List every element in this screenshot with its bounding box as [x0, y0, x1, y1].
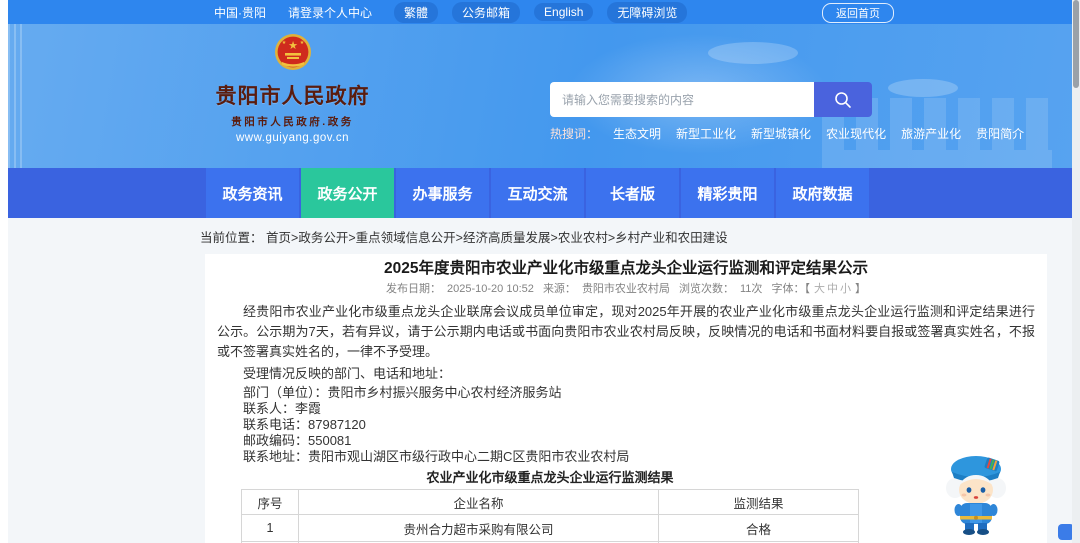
svg-text:★: ★	[299, 40, 304, 46]
topbar-link-china-guiyang[interactable]: 中国·贵阳	[214, 4, 266, 21]
article-card: 2025年度贵阳市农业产业化市级重点龙头企业运行监测和评定结果公示 发布日期： 2…	[205, 254, 1047, 543]
svg-text:★: ★	[281, 40, 286, 46]
site-container: 中国·贵阳 请登录个人中心 繁體 公务邮箱 English 无障碍浏览 返回首页…	[8, 0, 1072, 543]
paragraph-contact-intro: 受理情况反映的部门、电话和地址：	[243, 366, 452, 381]
contact-address: 联系地址：贵阳市观山湖区市级行政中心二期C区贵阳市农业农村局	[243, 449, 630, 464]
table-header-row: 序号 企业名称 监测结果	[241, 489, 859, 515]
monitor-result-section: 农业产业化市级重点龙头企业运行监测结果 序号 企业名称 监测结果 1 贵州合力超…	[241, 470, 859, 543]
source: 贵阳市农业农村局	[581, 283, 670, 295]
tab-zhangzheban[interactable]: 长者版	[586, 168, 679, 218]
font-size-label: 字体：【	[771, 283, 810, 295]
views-count: 11次	[740, 283, 763, 295]
hot-word-link[interactable]: 生态文明	[613, 125, 661, 142]
browser-page: 中国·贵阳 请登录个人中心 繁體 公务邮箱 English 无障碍浏览 返回首页…	[0, 0, 1080, 543]
contact-department: 部门（单位）：贵阳市乡村振兴服务中心农村经济服务站	[243, 385, 562, 400]
hot-word-link[interactable]: 新型城镇化	[751, 125, 811, 142]
breadcrumb-xiangcunchanye[interactable]: 乡村产业和农田建设	[615, 231, 728, 245]
search-input[interactable]	[550, 82, 814, 117]
breadcrumb-zhongdianlingyu[interactable]: 重点领域信息公开	[356, 231, 456, 245]
publish-date-label: 发布日期：	[386, 283, 442, 295]
banner-decor-lines	[8, 24, 24, 168]
site-subtitle: 贵阳市人民政府.政务	[231, 116, 354, 128]
search-button[interactable]	[814, 82, 872, 117]
tab-hudong-jiaoliu[interactable]: 互动交流	[491, 168, 584, 218]
table-caption: 农业产业化市级重点龙头企业运行监测结果	[426, 470, 674, 485]
mascot-assistant[interactable]	[940, 452, 1012, 541]
search-icon	[835, 91, 851, 108]
breadcrumb-separator: >	[550, 231, 558, 245]
back-to-home-button[interactable]: 返回首页	[822, 3, 894, 23]
hot-search-words: 热搜词： 生态文明 新型工业化 新型城镇化 农业现代化 旅游产业化 贵阳简介	[550, 125, 1024, 142]
cell-result: 合格	[658, 514, 859, 542]
banner-decor-cloud	[708, 42, 798, 64]
publish-date: 2025-10-20 10:52	[447, 283, 534, 295]
hot-words-label: 热搜词：	[550, 127, 599, 141]
breadcrumb-zhengwugongkai[interactable]: 政务公开	[298, 231, 348, 245]
source-label: 来源：	[542, 283, 576, 295]
col-header-result: 监测结果	[658, 489, 859, 515]
svg-text:★: ★	[288, 40, 298, 52]
contact-postcode: 邮政编码：550081	[243, 433, 352, 448]
topbar-link-accessibility[interactable]: 无障碍浏览	[607, 1, 688, 23]
banner-decor-cloud	[888, 79, 958, 97]
tab-zhengwu-gongkai[interactable]: 政务公开	[301, 168, 394, 218]
main-area: 当前位置： 首页>政务公开>重点领域信息公开>经济高质量发展>农业农村>乡村产业…	[8, 218, 1072, 543]
breadcrumb-separator: >	[455, 231, 463, 245]
hot-word-link[interactable]: 贵阳简介	[976, 125, 1024, 142]
col-header-seq: 序号	[241, 489, 299, 515]
col-header-company: 企业名称	[298, 489, 659, 515]
breadcrumb-jingjigaozhiliang[interactable]: 经济高质量发展	[463, 231, 551, 245]
page-scrollbar	[1072, 0, 1080, 543]
contact-phone: 联系电话：87987120	[243, 417, 366, 432]
contact-person: 联系人：李霞	[243, 401, 322, 416]
article-title: 2025年度贵阳市农业产业化市级重点龙头企业运行监测和评定结果公示	[384, 260, 868, 277]
article-meta: 发布日期： 2025-10-20 10:52 来源： 贵阳市农业农村局 浏览次数： 1…	[217, 283, 1035, 295]
hot-word-link[interactable]: 新型工业化	[676, 125, 736, 142]
font-size-close: 】	[854, 283, 866, 295]
breadcrumb-separator: >	[348, 231, 356, 245]
header-banner: ★ ★ ★ 贵阳市人民政府 贵阳市人民政府.政务 www.guiyang.gov…	[8, 24, 1072, 168]
tab-zhengfu-shuju[interactable]: 政府数据	[776, 168, 869, 218]
font-size-large[interactable]: 大	[814, 283, 825, 295]
tab-banshi-fuwu[interactable]: 办事服务	[396, 168, 489, 218]
breadcrumb-nongyenongcun[interactable]: 农业农村	[558, 231, 608, 245]
site-url: www.guiyang.gov.cn	[236, 132, 349, 144]
national-emblem-icon: ★ ★ ★	[274, 34, 311, 70]
font-size-small[interactable]: 小	[840, 283, 851, 295]
breadcrumb-label: 当前位置：	[200, 231, 263, 245]
paragraph-announcement: 经贵阳市农业产业化市级重点龙头企业联席会议成员单位审定，现对2025年开展的农业…	[217, 304, 1035, 359]
search-area: 热搜词： 生态文明 新型工业化 新型城镇化 农业现代化 旅游产业化 贵阳简介	[550, 82, 1024, 142]
table-row: 1 贵州合力超市采购有限公司 合格	[241, 514, 859, 542]
cell-seq: 1	[241, 514, 299, 542]
site-logo[interactable]: ★ ★ ★ 贵阳市人民政府 贵阳市人民政府.政务 www.guiyang.gov…	[200, 32, 385, 144]
topbar-link-mail[interactable]: 公务邮箱	[452, 1, 521, 23]
article-body: 经贵阳市农业产业化市级重点龙头企业联席会议成员单位审定，现对2025年开展的农业…	[217, 302, 1035, 465]
hot-word-link[interactable]: 农业现代化	[826, 125, 886, 142]
cell-company: 贵州合力超市采购有限公司	[298, 514, 659, 542]
top-utility-bar: 中国·贵阳 请登录个人中心 繁體 公务邮箱 English 无障碍浏览 返回首页	[8, 0, 1072, 24]
breadcrumb: 当前位置： 首页>政务公开>重点领域信息公开>经济高质量发展>农业农村>乡村产业…	[200, 227, 1072, 246]
scrollbar-thumb[interactable]	[1073, 0, 1079, 88]
views-label: 浏览次数：	[679, 283, 734, 295]
topbar-link-traditional[interactable]: 繁體	[394, 1, 439, 23]
site-name: 贵阳市人民政府	[215, 85, 370, 108]
monitor-result-table: 序号 企业名称 监测结果 1 贵州合力超市采购有限公司 合格 2 贵州友禾种业有…	[241, 489, 859, 543]
topbar-link-english[interactable]: English	[534, 3, 594, 21]
hot-word-link[interactable]: 旅游产业化	[901, 125, 961, 142]
mascot-icon	[946, 456, 1006, 535]
font-size-medium[interactable]: 中	[827, 283, 838, 295]
topbar-link-login[interactable]: 请登录个人中心	[288, 4, 372, 21]
tab-zhengwu-zixun[interactable]: 政务资讯	[206, 168, 299, 218]
breadcrumb-home[interactable]: 首页	[266, 231, 291, 245]
tab-jingcai-guiyang[interactable]: 精彩贵阳	[681, 168, 774, 218]
primary-nav: 政务资讯 政务公开 办事服务 互动交流 长者版 精彩贵阳 政府数据	[8, 168, 1072, 218]
